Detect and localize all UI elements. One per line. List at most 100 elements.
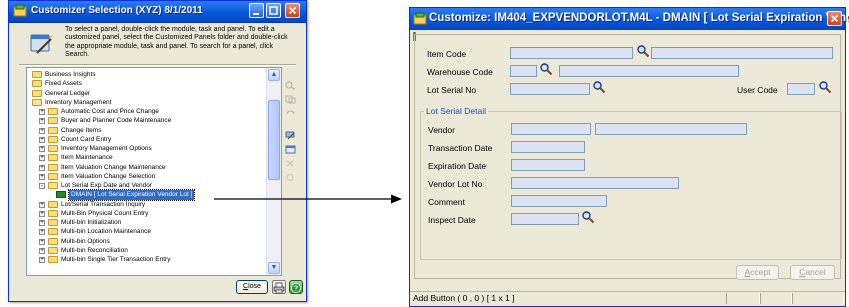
- inspect-date-lookup-icon[interactable]: [581, 210, 595, 224]
- panel-tree[interactable]: Business Insights Fixed Assets General Led…: [26, 67, 282, 276]
- close-window-button[interactable]: [827, 11, 842, 26]
- tree-item-label: Multi-bin Initialization: [61, 219, 122, 226]
- delete-icon[interactable]: [285, 173, 296, 182]
- warehouse-lookup-icon[interactable]: [539, 62, 553, 76]
- tree-item[interactable]: Inventory Management: [27, 98, 265, 107]
- expand-icon[interactable]: +: [39, 146, 45, 152]
- vendor-field[interactable]: [511, 123, 591, 135]
- expand-icon[interactable]: +: [39, 201, 45, 208]
- expand-icon[interactable]: +: [39, 109, 45, 115]
- vendor-name-field[interactable]: [595, 123, 747, 135]
- tree-item[interactable]: + Inventory Management Options: [27, 144, 265, 153]
- close-button[interactable]: Close: [236, 280, 268, 294]
- customize-wand-icon: [30, 34, 53, 54]
- inspect-date-field[interactable]: [511, 213, 579, 225]
- folder-icon: [48, 256, 58, 263]
- expand-icon[interactable]: +: [39, 155, 45, 162]
- tree-item[interactable]: + Multi-bin Initialization: [27, 218, 265, 227]
- warehouse-description-field[interactable]: [559, 65, 739, 77]
- tree-item[interactable]: + Multi-bin Single Tier Transaction Entry: [27, 255, 265, 264]
- item-code-label: Item Code: [427, 49, 467, 59]
- tree-item-label: Fixed Assets: [45, 80, 82, 88]
- user-code-lookup-icon[interactable]: [818, 80, 832, 94]
- folder-icon: [48, 126, 58, 134]
- expand-icon[interactable]: +: [39, 238, 45, 245]
- tree-item[interactable]: Business Insights: [27, 70, 265, 79]
- tree-item[interactable]: Fixed Assets: [27, 79, 265, 88]
- accept-button[interactable]: Accept: [736, 265, 779, 280]
- tree-item[interactable]: + Item Valuation Change Selection: [27, 172, 265, 181]
- expand-icon[interactable]: +: [39, 136, 45, 143]
- tree-item[interactable]: + Change Items: [27, 126, 265, 135]
- lot-serial-lookup-icon[interactable]: [592, 80, 606, 94]
- tree-item[interactable]: + Buyer and Planner Code Maintenance: [27, 116, 265, 125]
- instructions-text: To select a panel, double-click the modu…: [65, 26, 288, 58]
- expand-icon[interactable]: +: [39, 210, 45, 217]
- minimize-button[interactable]: [249, 3, 264, 18]
- item-description-field[interactable]: [651, 47, 833, 59]
- comment-label: Comment: [428, 197, 465, 207]
- folder-icon: [48, 219, 58, 226]
- folder-icon: [32, 71, 42, 78]
- tree-item[interactable]: - Lot Serial Exp Date and Vendor: [27, 181, 265, 190]
- help-button[interactable]: ?: [289, 280, 303, 294]
- comment-field[interactable]: [511, 195, 607, 207]
- item-code-field[interactable]: [510, 47, 633, 59]
- tree-item[interactable]: + Multi-Bin Physical Count Entry: [27, 209, 265, 218]
- scroll-up-button[interactable]: ▲: [268, 69, 280, 81]
- expiration-date-label: Expiration Date: [428, 161, 487, 171]
- tree-item-selected[interactable]: DMAIN [ Lot Serial Expiration Vendor Lot…: [27, 189, 265, 201]
- expand-icon[interactable]: +: [39, 173, 45, 180]
- tree-item-label: Multi-bin Reconciliation: [61, 246, 128, 254]
- window-title: Customize: IM404_EXPVENDORLOT.M4L - DMAI…: [429, 12, 849, 24]
- transaction-date-field[interactable]: [511, 141, 585, 153]
- lot-serial-no-field[interactable]: [510, 83, 590, 95]
- search-icon[interactable]: [285, 81, 296, 90]
- transaction-date-label: Transaction Date: [428, 143, 493, 153]
- warehouse-code-field[interactable]: [510, 65, 537, 77]
- panel-icon[interactable]: [285, 145, 296, 154]
- copy-icon[interactable]: [285, 95, 296, 104]
- expand-icon[interactable]: +: [39, 220, 45, 226]
- status-pane: [760, 293, 792, 304]
- expand-icon[interactable]: +: [39, 164, 45, 171]
- title-bar[interactable]: Customizer Selection (XYZ) 8/1/2011: [9, 1, 306, 23]
- tree-item[interactable]: + Multi-bin Location Maintenance: [27, 227, 265, 236]
- cancel-button[interactable]: Cancel: [790, 265, 835, 280]
- item-code-lookup-icon[interactable]: [636, 44, 650, 58]
- expand-icon[interactable]: +: [39, 127, 45, 134]
- tree-item-label: Change Items: [61, 126, 102, 134]
- reset-icon[interactable]: [285, 159, 296, 168]
- tree-scrollbar[interactable]: ▲ ▼: [266, 68, 281, 275]
- tree-item[interactable]: + Item Maintenance: [27, 153, 265, 162]
- maximize-button[interactable]: [266, 3, 281, 18]
- collapse-icon[interactable]: -: [39, 183, 45, 189]
- print-button[interactable]: [272, 280, 286, 294]
- close-window-button[interactable]: [285, 3, 300, 18]
- user-code-field[interactable]: [787, 83, 815, 95]
- tree-item[interactable]: + Automatic Cost and Price Change: [27, 107, 265, 116]
- tree-item[interactable]: + Item Valuation Change Maintenance: [27, 163, 265, 172]
- expand-icon[interactable]: +: [39, 247, 45, 254]
- vendor-lot-no-field[interactable]: [511, 177, 679, 189]
- folder-icon: [48, 246, 58, 254]
- scroll-down-button[interactable]: ▼: [268, 262, 280, 274]
- expand-icon[interactable]: +: [39, 118, 45, 125]
- undo-icon[interactable]: [285, 109, 296, 118]
- tree-item[interactable]: General Ledger: [27, 89, 265, 98]
- tree-item[interactable]: + Multi-bin Options: [27, 237, 265, 246]
- tree-list: Business Insights Fixed Assets General Led…: [27, 70, 265, 264]
- scroll-thumb[interactable]: [268, 100, 280, 180]
- title-bar[interactable]: Customize: IM404_EXPVENDORLOT.M4L - DMAI…: [410, 8, 849, 30]
- expiration-date-field[interactable]: [511, 159, 585, 171]
- tree-item[interactable]: + Multi-bin Reconciliation: [27, 246, 265, 255]
- wand-icon[interactable]: [285, 131, 296, 140]
- expand-icon[interactable]: +: [39, 257, 45, 263]
- form-area: Item Code Warehouse Code Lot Serial No U…: [414, 34, 842, 279]
- tree-item[interactable]: + Count Card Entry: [27, 135, 265, 144]
- close-icon: [830, 14, 839, 23]
- tree-item-label: General Ledger: [45, 89, 91, 97]
- user-code-label: User Code: [737, 85, 778, 95]
- tree-item[interactable]: + Lot/Serial Transaction Inquiry: [27, 200, 265, 209]
- expand-icon[interactable]: +: [39, 229, 45, 236]
